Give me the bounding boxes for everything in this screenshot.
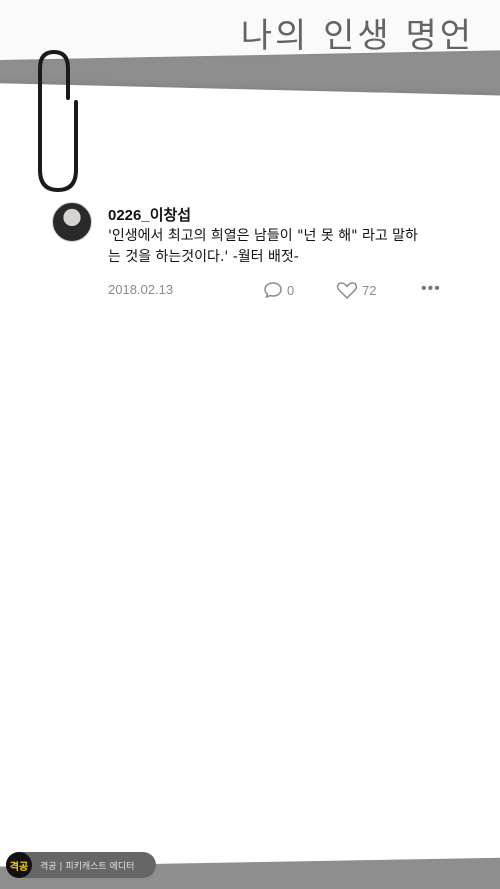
like-count: 72	[362, 282, 377, 298]
page-title: 나의 인생 명언	[240, 16, 474, 56]
badge-logo: 격공	[6, 852, 32, 878]
editor-badge[interactable]: 격공 격공 | 피키캐스트 에디터	[6, 852, 156, 878]
post-date: 2018.02.13	[108, 282, 174, 297]
comment-icon	[264, 282, 282, 299]
comment-button[interactable]: 0	[263, 280, 294, 300]
post-text: '인생에서 최고의 희열은 남들이 "넌 못 해" 라고 말하는 것을 하는것이…	[108, 228, 418, 265]
paperclip-icon	[38, 49, 78, 193]
screen: 나의 인생 명언 0226_이창섭 '인생에서 최고의 희열은 남들이 "넌 못…	[0, 0, 500, 889]
comment-count: 0	[287, 282, 295, 298]
badge-text: 격공 | 피키캐스트 에디터	[40, 861, 135, 872]
avatar[interactable]	[52, 202, 92, 242]
post-meta: 2018.02.13 0 72 •••	[108, 280, 448, 302]
more-options-button[interactable]: •••	[421, 280, 441, 298]
like-button[interactable]: 72	[336, 280, 376, 300]
heart-icon	[336, 282, 358, 299]
post-username[interactable]: 0226_이창섭	[108, 204, 191, 225]
